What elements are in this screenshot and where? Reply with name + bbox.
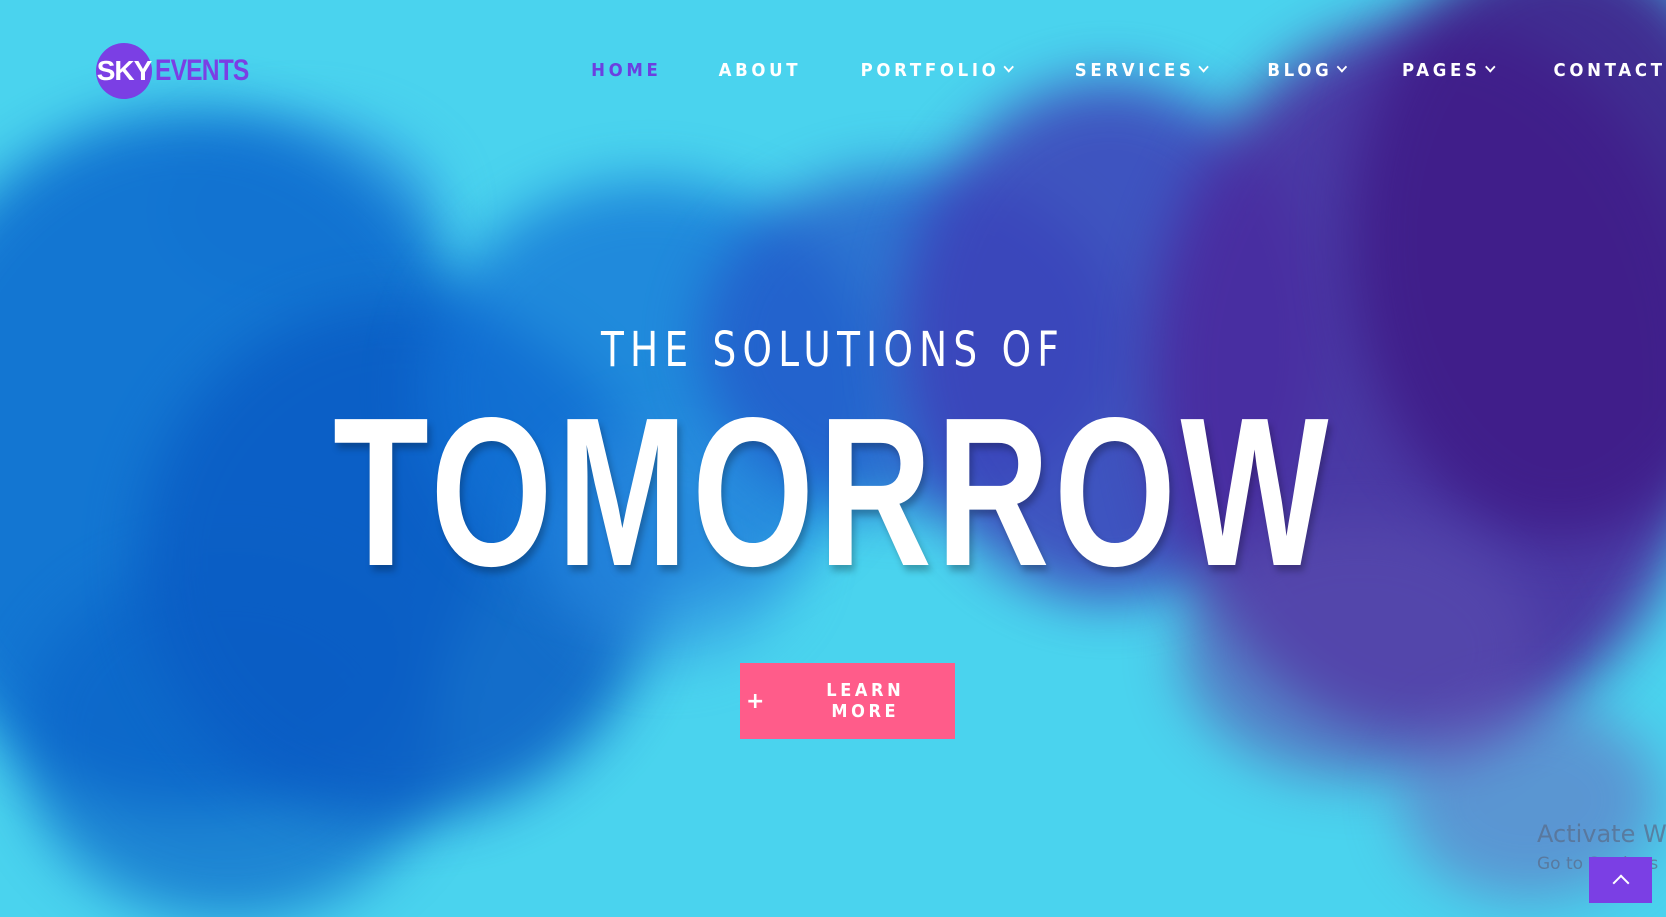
learn-more-label: LEARN MORE — [826, 680, 905, 722]
chevron-up-icon — [1612, 874, 1629, 892]
nav-item-about[interactable]: ABOUT — [718, 60, 801, 81]
nav-item-home[interactable]: HOME — [591, 60, 661, 81]
chevron-down-icon — [1003, 61, 1015, 73]
nav-item-label: BLOG — [1266, 59, 1332, 81]
nav-item-label: PORTFOLIO — [861, 59, 1000, 81]
learn-more-button[interactable]: + LEARN MORE — [740, 663, 955, 739]
main-nav: HOME ABOUT PORTFOLIO SERVICES BLOG PAGES… — [588, 56, 1666, 84]
nav-item-pages[interactable]: PAGES — [1402, 59, 1496, 81]
nav-item-label: CONTACTS — [1553, 59, 1666, 81]
watermark-line1: Activate Wi — [1537, 820, 1666, 848]
nav-item-portfolio[interactable]: PORTFOLIO — [861, 59, 1015, 81]
chevron-down-icon — [1484, 61, 1496, 73]
nav-item-blog[interactable]: BLOG — [1266, 59, 1347, 81]
logo-circle-text: SKY — [96, 43, 152, 99]
logo-text: EVENTS — [155, 54, 249, 87]
nav-item-contacts[interactable]: CONTACTS — [1553, 60, 1666, 81]
site-logo[interactable]: SKY EVENTS — [96, 43, 269, 99]
chevron-down-icon — [1335, 61, 1347, 73]
hero-title: TOMORROW — [333, 373, 1333, 610]
nav-item-services[interactable]: SERVICES — [1075, 59, 1210, 81]
plus-icon: + — [746, 688, 769, 714]
nav-item-label: ABOUT — [718, 59, 801, 81]
nav-item-label: HOME — [591, 59, 662, 81]
hero-section: SKY EVENTS HOME ABOUT PORTFOLIO SERVICES… — [0, 0, 1666, 917]
chevron-down-icon — [1198, 61, 1210, 73]
nav-item-label: PAGES — [1402, 59, 1481, 81]
nav-item-label: SERVICES — [1075, 59, 1195, 81]
hero-subtitle: THE SOLUTIONS OF — [600, 322, 1066, 378]
scroll-to-top-button[interactable] — [1589, 857, 1652, 903]
